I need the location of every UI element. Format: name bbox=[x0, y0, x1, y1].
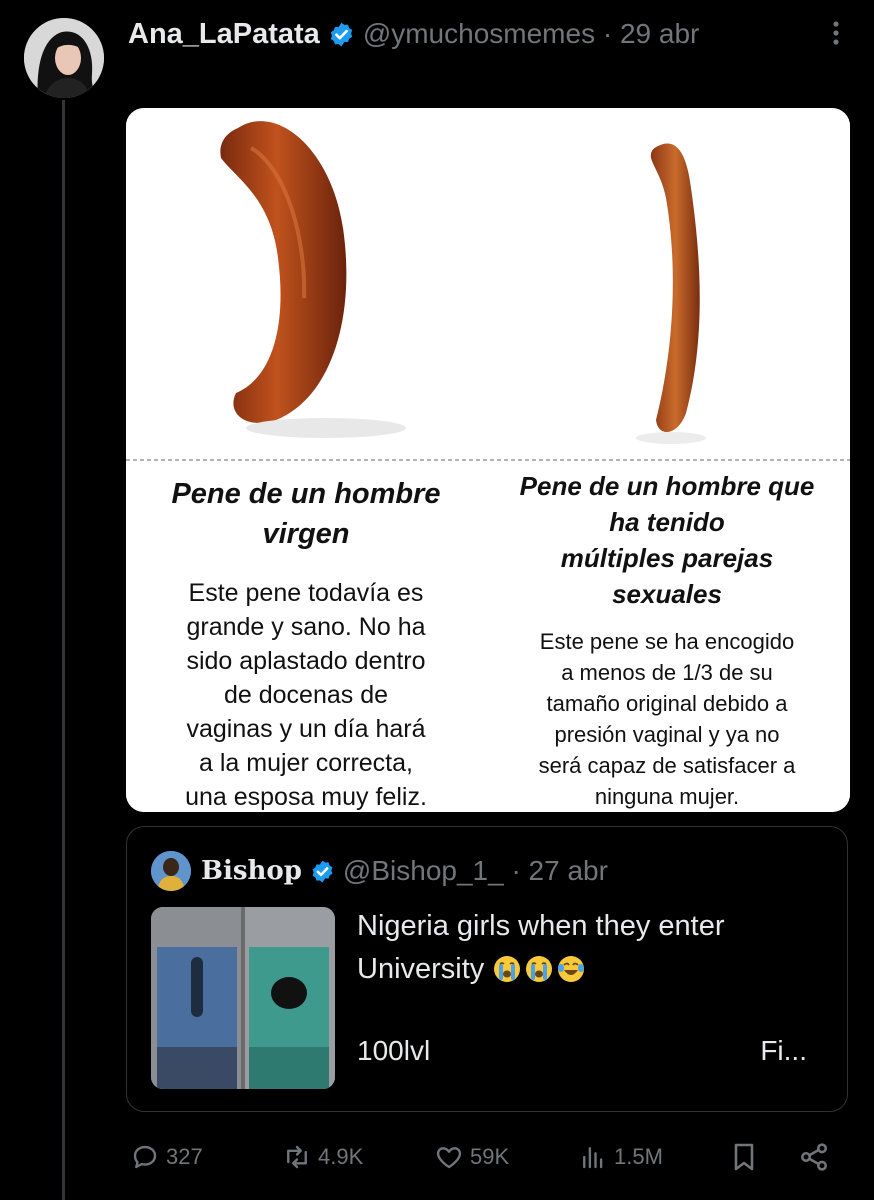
right-body-line: Este pene se ha encogido bbox=[539, 629, 795, 654]
quote-handle-date[interactable]: @Bishop_1_ · 27 abr bbox=[343, 855, 608, 887]
left-body-line: a la mujer correcta, bbox=[199, 749, 413, 777]
views-chart-icon bbox=[583, 1147, 603, 1169]
quoted-tweet[interactable]: Bishop @Bishop_1_ · 27 abr Nigeria girls… bbox=[126, 826, 848, 1112]
tweet-header: Ana_LaPatata @ymuchosmemes · 29 abr bbox=[128, 16, 844, 52]
repost-count: 4.9K bbox=[318, 1144, 364, 1169]
quote-thumbnail[interactable] bbox=[151, 907, 335, 1089]
verified-badge-icon bbox=[330, 22, 352, 46]
left-body-line: sido aplastado dentro bbox=[186, 647, 426, 675]
right-title-line: Pene de un hombre que bbox=[519, 471, 815, 501]
left-column-text: Pene de un hombre virgen Este pene todav… bbox=[136, 474, 476, 812]
like-button[interactable]: 59K bbox=[434, 1135, 509, 1179]
right-body-line: tamaño original debido a bbox=[546, 691, 788, 716]
more-options-icon[interactable] bbox=[832, 20, 840, 46]
left-title-line: Pene de un hombre bbox=[171, 478, 441, 510]
heart-icon bbox=[436, 1147, 462, 1169]
quote-header: Bishop @Bishop_1_ · 27 abr bbox=[201, 851, 608, 891]
left-body-line: de docenas de bbox=[223, 681, 389, 709]
left-body-line: grande y sano. No ha bbox=[186, 613, 426, 641]
author-avatar[interactable] bbox=[24, 18, 104, 98]
right-body-line: presión vaginal y ya no bbox=[554, 722, 780, 747]
right-title-line: ha tenido bbox=[609, 507, 725, 537]
views-button[interactable]: 1.5M bbox=[578, 1135, 663, 1179]
right-body-line: será capaz de satisfacer a bbox=[538, 753, 796, 778]
right-body-line: ninguna mujer. bbox=[594, 784, 740, 809]
left-body-line: vaginas y un día hará bbox=[186, 715, 426, 743]
author-name[interactable]: Ana_LaPatata bbox=[128, 18, 320, 51]
repost-icon bbox=[287, 1145, 307, 1169]
face-with-tears-of-joy-icon bbox=[558, 956, 585, 982]
quote-text: Nigeria girls when they enter University bbox=[357, 905, 797, 991]
right-title-line: múltiples parejas bbox=[560, 543, 774, 573]
quote-subtext: 100lvl bbox=[357, 1035, 431, 1066]
tweet-image[interactable]: Pene de un hombre virgen Este pene todav… bbox=[126, 108, 850, 812]
left-body-line: una esposa muy feliz. bbox=[185, 783, 427, 811]
left-body-line: Este pene todavía es bbox=[188, 579, 424, 607]
bookmark-icon[interactable] bbox=[728, 1141, 760, 1173]
quote-author-avatar[interactable] bbox=[151, 851, 191, 891]
reply-icon bbox=[133, 1145, 157, 1169]
quote-author-name[interactable]: Bishop bbox=[201, 856, 302, 886]
repost-button[interactable]: 4.9K bbox=[282, 1135, 363, 1179]
loudly-crying-face-icon bbox=[494, 956, 521, 982]
like-count: 59K bbox=[470, 1144, 510, 1169]
thread-line bbox=[62, 100, 65, 1200]
reply-count: 327 bbox=[166, 1144, 203, 1169]
reply-button[interactable]: 327 bbox=[130, 1135, 203, 1179]
right-title-line: sexuales bbox=[612, 579, 722, 609]
share-icon[interactable] bbox=[798, 1141, 830, 1173]
left-title-line: virgen bbox=[262, 518, 350, 550]
action-bar: 327 4.9K 59K 1.5M bbox=[0, 1135, 874, 1179]
author-handle-date[interactable]: @ymuchosmemes · 29 abr bbox=[363, 18, 700, 50]
views-count: 1.5M bbox=[614, 1144, 663, 1169]
quote-truncated-text: Fi... bbox=[760, 1035, 807, 1066]
verified-badge-icon bbox=[312, 860, 333, 882]
loudly-crying-face-icon bbox=[526, 956, 553, 982]
right-body-line: a menos de 1/3 de su bbox=[561, 660, 773, 685]
right-column-text: Pene de un hombre que ha tenido múltiple… bbox=[492, 468, 842, 812]
